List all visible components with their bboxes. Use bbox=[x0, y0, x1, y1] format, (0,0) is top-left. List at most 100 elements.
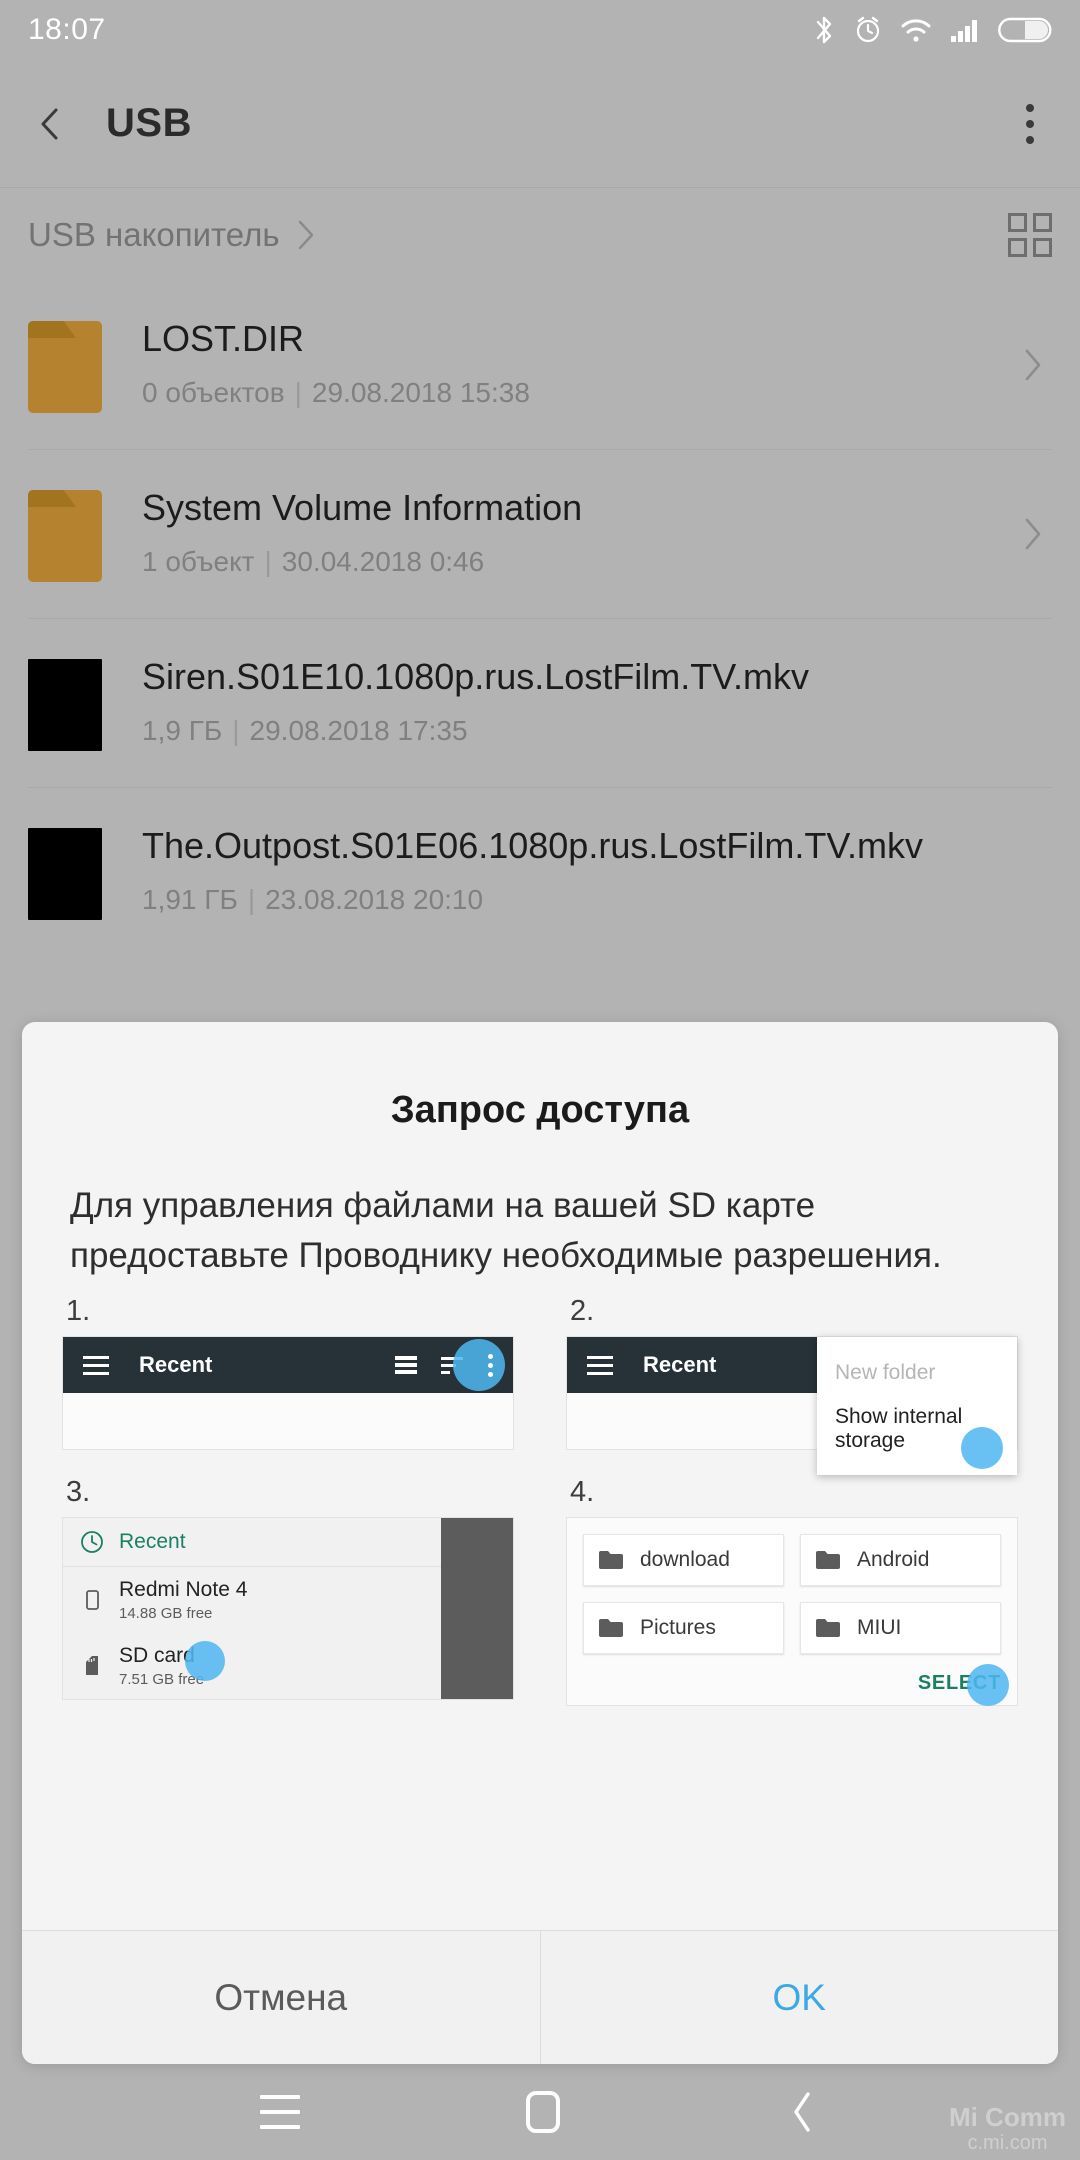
separator: | bbox=[294, 376, 302, 408]
step-2-mock: Recent New folder Show internal storage bbox=[566, 1336, 1018, 1476]
folder-chip-row: download Android bbox=[583, 1534, 1001, 1587]
phone-icon bbox=[86, 1590, 99, 1610]
chevron-right-icon bbox=[1025, 349, 1041, 381]
file-subtitle: 0 объектов | 29.08.2018 15:38 bbox=[142, 377, 1012, 409]
chevron-right-icon bbox=[298, 220, 313, 250]
step-4: 4. download Android Pictures MIUI SELECT bbox=[566, 1476, 1018, 1707]
step-number: 1. bbox=[66, 1295, 91, 1328]
drawer-scrim bbox=[441, 1518, 513, 1699]
file-subtitle: 1,91 ГБ | 23.08.2018 20:10 bbox=[142, 884, 1012, 916]
status-bar: 18:07 bbox=[0, 0, 1080, 60]
drawer-item-device[interactable]: Redmi Note 4 14.88 GB free bbox=[63, 1567, 441, 1633]
status-icons bbox=[812, 14, 1052, 46]
step-number: 2. bbox=[570, 1295, 595, 1328]
folder-chip-pictures[interactable]: Pictures bbox=[583, 1602, 784, 1655]
file-meta: LOST.DIR 0 объектов | 29.08.2018 15:38 bbox=[142, 317, 1052, 409]
watermark: Mi Comm c.mi.com bbox=[949, 2103, 1066, 2154]
status-time: 18:07 bbox=[28, 13, 106, 46]
back-icon[interactable] bbox=[786, 2088, 820, 2136]
file-name: LOST.DIR bbox=[142, 318, 305, 359]
file-meta: The.Outpost.S01E06.1080p.rus.LostFilm.TV… bbox=[142, 824, 1052, 916]
table-row[interactable]: System Volume Information 1 объект | 30.04… bbox=[28, 450, 1052, 619]
phone-screen: 18:07 USB USB накопитель LOST.DIR 0 объе… bbox=[0, 0, 1080, 2160]
video-thumbnail bbox=[28, 828, 102, 920]
folder-chip-label: download bbox=[640, 1548, 730, 1572]
folder-icon bbox=[599, 1619, 623, 1638]
ok-button[interactable]: OK bbox=[541, 1931, 1059, 2064]
app-bar: USB bbox=[0, 60, 1080, 188]
steps-illustration: 1. Recent 2. Recent New folder Show inte… bbox=[62, 1295, 1018, 1930]
alarm-icon bbox=[856, 16, 880, 43]
step-4-mock: download Android Pictures MIUI SELECT bbox=[566, 1517, 1018, 1707]
file-list: LOST.DIR 0 объектов | 29.08.2018 15:38 Sys… bbox=[0, 281, 1080, 956]
file-meta: Siren.S01E10.1080p.rus.LostFilm.TV.mkv 1… bbox=[142, 655, 1052, 747]
more-vertical-icon[interactable] bbox=[1008, 96, 1052, 152]
folder-chip-miui[interactable]: MIUI bbox=[800, 1602, 1001, 1655]
steps-row-top: 1. Recent 2. Recent New folder Show inte… bbox=[62, 1295, 1018, 1476]
video-thumbnail bbox=[28, 659, 102, 751]
folder-chip-download[interactable]: download bbox=[583, 1534, 784, 1587]
file-info: 1,91 ГБ bbox=[142, 883, 238, 915]
step-number: 3. bbox=[66, 1476, 91, 1509]
signal-icon bbox=[951, 20, 977, 42]
file-name: Siren.S01E10.1080p.rus.LostFilm.TV.mkv bbox=[142, 656, 809, 697]
watermark-line-1: Mi Comm bbox=[949, 2102, 1066, 2133]
permission-dialog: Запрос доступа Для управления файлами на… bbox=[22, 1022, 1058, 2064]
clock-icon bbox=[81, 1531, 103, 1553]
table-row[interactable]: Siren.S01E10.1080p.rus.LostFilm.TV.mkv 1… bbox=[28, 619, 1052, 788]
device-text: Redmi Note 4 14.88 GB free bbox=[119, 1578, 247, 1622]
list-view-icon bbox=[395, 1356, 417, 1375]
file-name: The.Outpost.S01E06.1080p.rus.LostFilm.TV… bbox=[142, 825, 924, 866]
mock-toolbar-title: Recent bbox=[139, 1352, 213, 1378]
home-icon[interactable] bbox=[526, 2091, 560, 2133]
wifi-icon bbox=[901, 19, 931, 42]
highlight-circle bbox=[967, 1664, 1009, 1707]
file-subtitle: 1 объект | 30.04.2018 0:46 bbox=[142, 546, 1012, 578]
folder-icon bbox=[28, 321, 102, 413]
table-row[interactable]: The.Outpost.S01E06.1080p.rus.LostFilm.TV… bbox=[28, 788, 1052, 956]
folder-icon bbox=[816, 1619, 840, 1638]
separator: | bbox=[247, 883, 256, 915]
battery-icon bbox=[998, 17, 1052, 43]
more-vertical-icon bbox=[487, 1353, 493, 1377]
cancel-button[interactable]: Отмена bbox=[22, 1931, 541, 2064]
mock-content-area bbox=[63, 1393, 513, 1450]
chevron-right-icon bbox=[1025, 518, 1041, 550]
folder-chip-label: Android bbox=[857, 1548, 930, 1572]
navigation-bar: Mi Comm c.mi.com bbox=[0, 2064, 1080, 2160]
file-info: 1,9 ГБ bbox=[142, 714, 223, 746]
separator: | bbox=[232, 714, 240, 746]
grid-view-icon[interactable] bbox=[1008, 213, 1052, 257]
breadcrumb-path[interactable]: USB накопитель bbox=[28, 216, 280, 254]
step-1: 1. Recent bbox=[62, 1295, 514, 1451]
back-button[interactable] bbox=[28, 102, 72, 146]
drawer-items: Recent Redmi Note 4 14.88 GB free SD car… bbox=[63, 1518, 441, 1699]
menu-icon[interactable] bbox=[260, 2095, 300, 2129]
mock-toolbar: Recent bbox=[63, 1337, 513, 1394]
drawer-item-sdcard[interactable]: SD card 7.51 GB free bbox=[63, 1633, 441, 1699]
bluetooth-icon bbox=[816, 16, 832, 44]
folder-icon bbox=[28, 490, 102, 582]
hamburger-icon bbox=[587, 1355, 613, 1375]
mock-toolbar-actions bbox=[395, 1339, 505, 1392]
folder-chip-label: MIUI bbox=[857, 1616, 902, 1640]
highlight-circle bbox=[185, 1640, 225, 1681]
file-info: 0 объектов bbox=[142, 376, 285, 408]
file-name: System Volume Information bbox=[142, 487, 583, 528]
step-1-mock: Recent bbox=[62, 1336, 514, 1451]
folder-chip-android[interactable]: Android bbox=[800, 1534, 1001, 1587]
menu-item-new-folder[interactable]: New folder bbox=[817, 1351, 1017, 1395]
separator: | bbox=[264, 545, 272, 577]
step-3: 3. Recent Redmi Note 4 14.88 GB free SD … bbox=[62, 1476, 514, 1706]
folder-icon bbox=[816, 1551, 840, 1570]
hamburger-icon bbox=[83, 1355, 109, 1375]
file-date: 30.04.2018 0:46 bbox=[281, 545, 485, 577]
dialog-title: Запрос доступа bbox=[390, 1089, 690, 1131]
highlight-circle bbox=[453, 1339, 505, 1392]
folder-chip-label: Pictures bbox=[640, 1616, 716, 1640]
folder-icon bbox=[599, 1551, 623, 1570]
step-2: 2. Recent New folder Show internal stora… bbox=[566, 1295, 1018, 1476]
file-date: 29.08.2018 15:38 bbox=[311, 376, 530, 408]
drawer-item-recent[interactable]: Recent bbox=[63, 1518, 441, 1568]
table-row[interactable]: LOST.DIR 0 объектов | 29.08.2018 15:38 bbox=[28, 281, 1052, 450]
